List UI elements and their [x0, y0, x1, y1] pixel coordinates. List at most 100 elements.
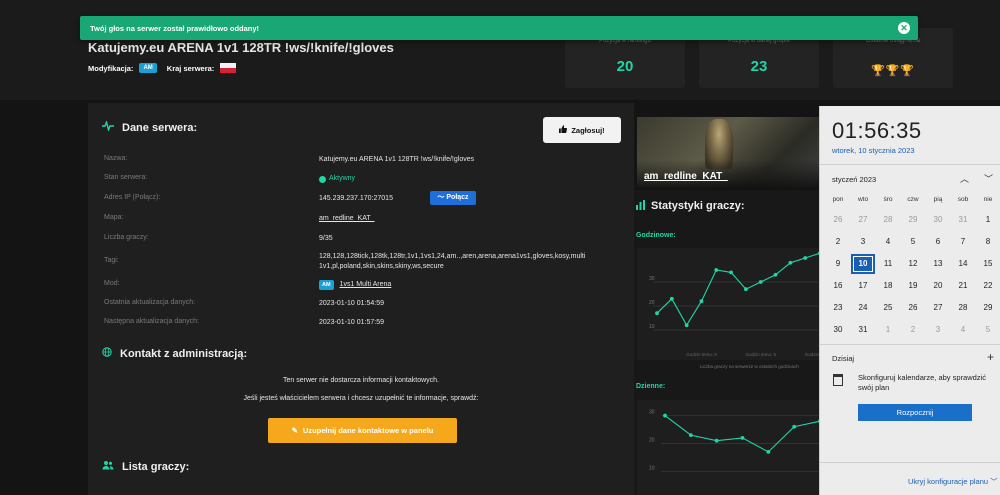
chevron-down-icon[interactable]: ﹀	[984, 172, 993, 185]
calendar-day[interactable]: 3	[926, 320, 950, 340]
calendar-day[interactable]: 22	[976, 276, 1000, 296]
clock-date[interactable]: wtorek, 10 stycznia 2023	[832, 146, 915, 155]
vote-button[interactable]: Zagłosuj!	[543, 117, 621, 143]
calendar-day[interactable]: 28	[876, 210, 900, 230]
data-point[interactable]	[714, 438, 719, 443]
calendar-day[interactable]: 2	[826, 232, 850, 252]
y-tick-label: 20	[649, 438, 655, 444]
series-line	[656, 252, 821, 327]
clock-time: 01:56:35	[832, 118, 922, 143]
calendar-flyout: 01:56:35 wtorek, 10 stycznia 2023 stycze…	[819, 106, 1000, 495]
calendar-day[interactable]: 26	[901, 298, 925, 318]
calendar-day[interactable]: 5	[901, 232, 925, 252]
calendar-day[interactable]: 9	[826, 254, 850, 274]
calendar-day[interactable]: 26	[826, 210, 850, 230]
data-point[interactable]	[688, 433, 693, 438]
stats-heading-text: Statystyki graczy:	[651, 200, 745, 212]
calendar-day[interactable]: 31	[951, 210, 975, 230]
fill-contact-button-label: Uzupełnij dane kontaktowe w panelu	[302, 426, 434, 435]
weekday-header: śro	[883, 196, 893, 203]
calendar-day[interactable]: 3	[851, 232, 875, 252]
data-point[interactable]	[684, 323, 689, 328]
start-button[interactable]: Rozpocznij	[858, 404, 972, 421]
calendar-day[interactable]: 14	[951, 254, 975, 274]
map-name-link[interactable]: am_redline_KAT_	[644, 171, 728, 182]
calendar-day[interactable]: 20	[926, 276, 950, 296]
calendar-day[interactable]: 8	[976, 232, 1000, 252]
close-icon[interactable]: ✕	[898, 22, 910, 34]
calendar-day[interactable]: 29	[976, 298, 1000, 318]
data-point[interactable]	[744, 287, 748, 292]
chevron-up-icon[interactable]: ︿	[960, 172, 969, 185]
data-point[interactable]	[729, 270, 733, 275]
mod-link[interactable]: 1vs1 Multi Arena	[340, 281, 392, 288]
calendar-day[interactable]: 28	[951, 298, 975, 318]
calendar-day[interactable]: 4	[876, 232, 900, 252]
hide-plan-label: Ukryj konfiguracje planu	[908, 477, 989, 486]
data-point[interactable]	[758, 280, 763, 284]
details-heading-text: Dane serwera:	[122, 121, 198, 134]
calendar-day[interactable]: 1	[876, 320, 900, 340]
data-point[interactable]	[655, 311, 659, 316]
contact-heading: Kontakt z administracją:	[102, 347, 247, 360]
calendar-day[interactable]: 5	[976, 320, 1000, 340]
stats-heading: Statystyki graczy:	[636, 200, 745, 213]
calendar-day[interactable]: 19	[901, 276, 925, 296]
calendar-day[interactable]: 15	[976, 254, 1000, 274]
data-point[interactable]	[803, 256, 808, 260]
data-point[interactable]	[766, 449, 771, 454]
data-point[interactable]	[773, 272, 778, 277]
map-link[interactable]: am_redline_KAT_	[319, 214, 624, 224]
calendar-day[interactable]: 25	[876, 298, 900, 318]
calendar-day[interactable]: 17	[851, 276, 875, 296]
calendar-day[interactable]: 16	[826, 276, 850, 296]
data-point[interactable]	[792, 424, 797, 429]
calendar-day[interactable]: 30	[926, 210, 950, 230]
info-label: Następna aktualizacja danych:	[104, 318, 199, 325]
calendar-day[interactable]: 30	[826, 320, 850, 340]
calendar-day[interactable]: 23	[826, 298, 850, 318]
connect-button[interactable]: 〜 Połącz	[430, 191, 476, 205]
calendar-day[interactable]: 4	[951, 320, 975, 340]
y-tick-label: 10	[649, 465, 655, 471]
add-event-icon[interactable]: +	[987, 350, 994, 364]
calendar-day[interactable]: 27	[851, 210, 875, 230]
status-text: Aktywny	[329, 175, 356, 182]
calendar-day[interactable]: 6	[926, 232, 950, 252]
hourly-chart-title: Godzinowe:	[636, 232, 676, 239]
calendar-day[interactable]: 12	[901, 254, 925, 274]
calendar-day[interactable]: 13	[926, 254, 950, 274]
calendar-day[interactable]: 2	[901, 320, 925, 340]
calendar-day[interactable]: 31	[851, 320, 875, 340]
calendar-day[interactable]: 27	[926, 298, 950, 318]
calendar-day[interactable]: 21	[951, 276, 975, 296]
data-point[interactable]	[788, 260, 793, 265]
daily-chart-title: Dzienne:	[636, 383, 666, 390]
calendar-day[interactable]: 11	[876, 254, 900, 274]
data-point[interactable]	[714, 268, 719, 272]
data-point[interactable]	[669, 296, 674, 301]
thumbs-up-icon	[559, 125, 568, 135]
info-label: Adres IP (Połącz):	[104, 194, 161, 201]
calendar-day-today[interactable]: 10	[851, 254, 875, 274]
divider	[820, 164, 1000, 165]
calendar-day[interactable]: 29	[901, 210, 925, 230]
users-icon	[102, 460, 114, 473]
data-point[interactable]	[663, 413, 667, 418]
y-tick-label: 10	[649, 324, 655, 330]
silver-trophy-icon: 🏆	[900, 65, 916, 77]
info-label: Stan serwera:	[104, 174, 148, 181]
data-point[interactable]	[740, 436, 745, 440]
hide-plan-link[interactable]: Ukryj konfiguracje planu ﹀	[908, 476, 998, 487]
weekday-header: pon	[832, 196, 844, 203]
calendar-day[interactable]: 7	[951, 232, 975, 252]
info-value: AM 1vs1 Multi Arena	[319, 280, 624, 290]
calendar-day[interactable]: 1	[976, 210, 1000, 230]
fill-contact-button[interactable]: ✎ Uzupełnij dane kontaktowe w panelu	[268, 418, 457, 443]
data-point[interactable]	[699, 299, 704, 304]
calendar-day[interactable]: 24	[851, 298, 875, 318]
mod-badge: AM	[139, 63, 157, 73]
calendar-day[interactable]: 18	[876, 276, 900, 296]
contact-heading-text: Kontakt z administracją:	[120, 347, 248, 360]
calendar-month[interactable]: styczeń 2023	[832, 175, 876, 184]
